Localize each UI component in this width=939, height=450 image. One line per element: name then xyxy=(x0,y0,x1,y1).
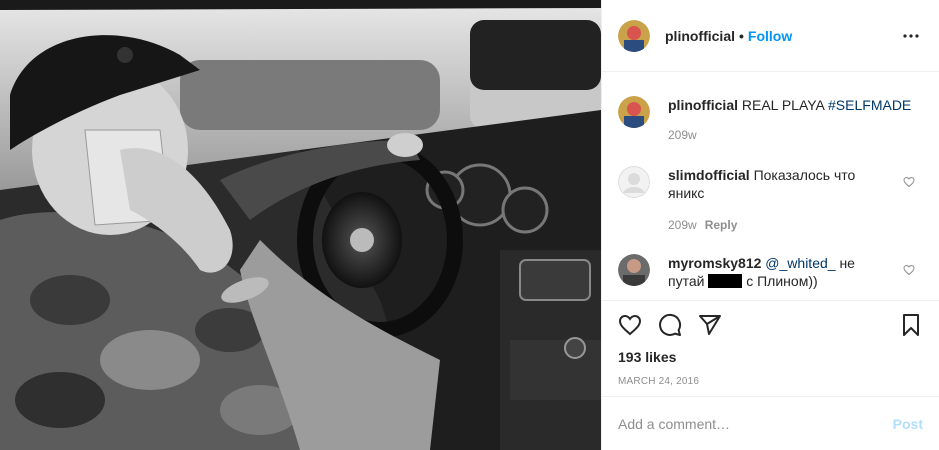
caption-hashtag[interactable]: #SELFMADE xyxy=(828,97,911,113)
avatar[interactable] xyxy=(618,166,650,198)
comment-username[interactable]: slimdofficial xyxy=(668,167,750,183)
avatar[interactable] xyxy=(618,254,650,286)
caption-time[interactable]: 209w xyxy=(668,126,697,144)
post-header: plinofficial • Follow xyxy=(602,0,939,72)
comment-username[interactable]: myromsky812 xyxy=(668,255,761,271)
comment-item: myromsky812 @_whited_ не путай с Плином)… xyxy=(618,254,923,290)
header-username[interactable]: plinofficial xyxy=(665,28,735,44)
share-icon[interactable] xyxy=(698,313,722,337)
bookmark-icon[interactable] xyxy=(899,313,923,337)
post-photo-image xyxy=(0,0,601,450)
redaction-bar xyxy=(708,274,743,288)
like-comment-heart-icon[interactable] xyxy=(903,264,915,276)
comment-text-after: с Плином)) xyxy=(746,273,818,289)
header-separator: • xyxy=(739,27,744,44)
avatar[interactable] xyxy=(618,19,650,52)
add-comment-input[interactable] xyxy=(618,415,893,432)
comment-icon[interactable] xyxy=(658,313,682,337)
post-button[interactable]: Post xyxy=(893,416,923,432)
post-photo[interactable] xyxy=(0,0,601,450)
follow-button[interactable]: Follow xyxy=(748,28,792,44)
likes-count[interactable]: 193 likes xyxy=(618,349,923,365)
post-date[interactable]: MARCH 24, 2016 xyxy=(618,376,923,387)
caption-text: REAL PLAYA xyxy=(741,97,825,113)
caption-username[interactable]: plinofficial xyxy=(668,97,738,113)
comment-mention[interactable]: @_whited_ xyxy=(765,255,835,271)
post-actions: 193 likes MARCH 24, 2016 xyxy=(602,300,939,396)
comment-time[interactable]: 209w xyxy=(668,216,697,234)
reply-button[interactable]: Reply xyxy=(705,216,738,234)
add-comment-bar: Post xyxy=(602,396,939,450)
avatar[interactable] xyxy=(618,96,650,128)
post-details-panel: plinofficial • Follow plinofficial REAL … xyxy=(601,0,939,450)
comment-item: slimdofficial Показалось что яникс 209w … xyxy=(618,166,923,234)
caption-item: plinofficial REAL PLAYA #SELFMADE 209w xyxy=(618,96,923,144)
like-heart-icon[interactable] xyxy=(618,313,642,337)
more-horizontal-icon[interactable] xyxy=(899,24,923,48)
like-comment-heart-icon[interactable] xyxy=(903,176,915,188)
comments-list[interactable]: plinofficial REAL PLAYA #SELFMADE 209w s… xyxy=(602,72,939,300)
